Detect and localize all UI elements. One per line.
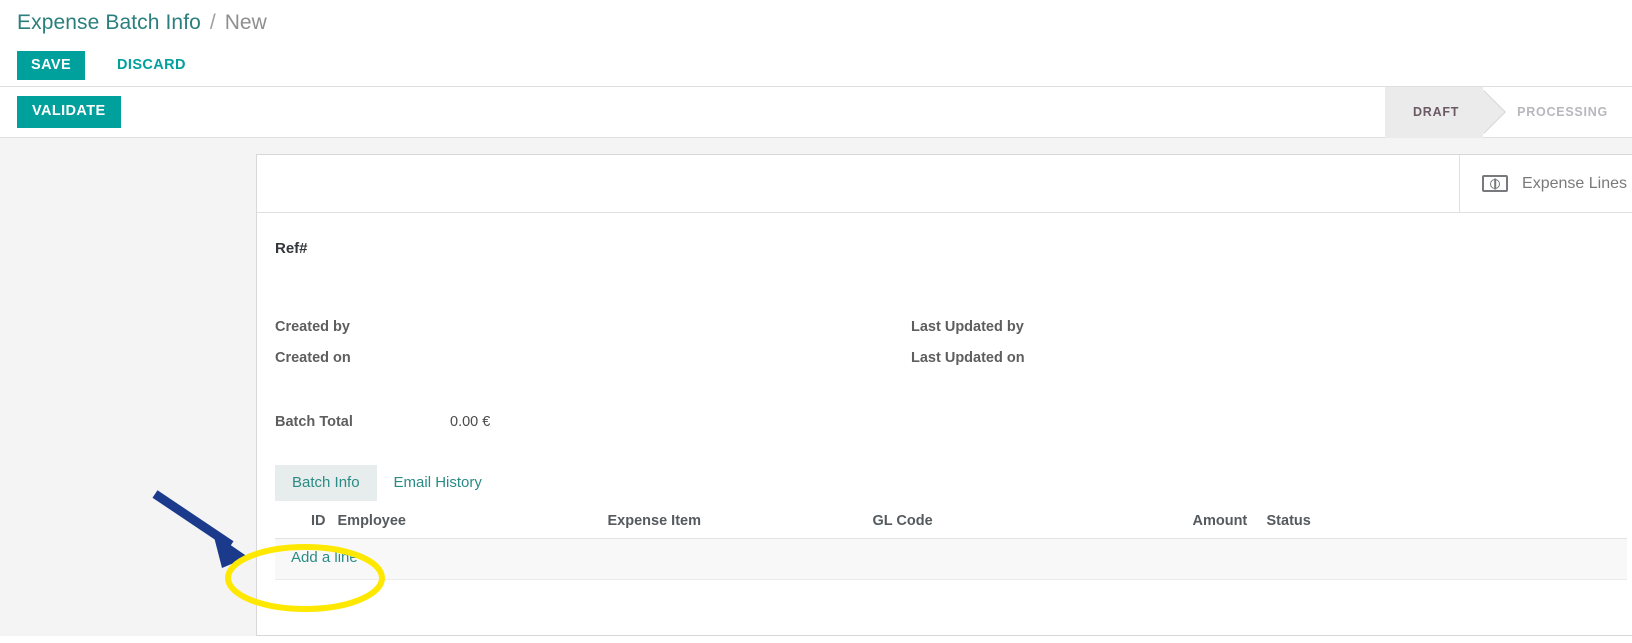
expense-lines-table-body: Add a line bbox=[275, 538, 1627, 580]
form-field-grid: Created by Last Updated by Created on La… bbox=[275, 314, 1627, 366]
money-bill-icon bbox=[1482, 175, 1509, 192]
field-batch-total: Batch Total 0.00 € bbox=[275, 414, 1627, 431]
stat-button-expense-lines-label: Expense Lines bbox=[1522, 174, 1627, 192]
breadcrumb-root-link[interactable]: Expense Batch Info bbox=[17, 11, 201, 35]
expense-lines-table-head: ID Employee Expense Item GL Code Amount … bbox=[275, 505, 1627, 539]
expense-batch-form-page: Expense Batch Info / New SAVE DISCARD VA… bbox=[0, 0, 1632, 643]
ref-input[interactable] bbox=[312, 235, 452, 253]
breadcrumb-separator: / bbox=[209, 10, 216, 34]
add-a-line-link[interactable]: Add a line bbox=[291, 549, 358, 566]
notebook-tab-bar: Batch Info Email History bbox=[275, 465, 1627, 501]
column-header-employee[interactable]: Employee bbox=[331, 505, 602, 539]
field-last-updated-on: Last Updated on bbox=[911, 345, 1627, 366]
sheet-content: Ref# Created by Last Updated by Created … bbox=[257, 213, 1632, 580]
stat-button-bar: Expense Lines bbox=[257, 155, 1632, 213]
stat-button-expense-lines[interactable]: Expense Lines bbox=[1459, 155, 1632, 212]
status-step-draft-label: DRAFT bbox=[1413, 105, 1460, 119]
tab-email-history-label: Email History bbox=[393, 474, 482, 491]
status-step-draft[interactable]: DRAFT bbox=[1385, 86, 1484, 138]
table-header-row: ID Employee Expense Item GL Code Amount … bbox=[275, 505, 1627, 539]
ref-label: Ref# bbox=[275, 240, 308, 257]
column-header-id[interactable]: ID bbox=[275, 505, 332, 539]
record-action-bar: SAVE DISCARD bbox=[0, 45, 1632, 87]
form-body: Expense Lines Ref# Created by Last Updat… bbox=[0, 138, 1632, 636]
field-last-updated-by-label: Last Updated by bbox=[911, 319, 1024, 335]
expense-lines-table: ID Employee Expense Item GL Code Amount … bbox=[275, 505, 1627, 580]
save-button[interactable]: SAVE bbox=[17, 50, 86, 81]
validate-button[interactable]: VALIDATE bbox=[17, 96, 121, 128]
batch-total-value: 0.00 € bbox=[450, 414, 491, 430]
column-header-status[interactable]: Status bbox=[1260, 505, 1627, 539]
field-created-by: Created by bbox=[275, 314, 911, 335]
status-step-processing-label: PROCESSING bbox=[1517, 105, 1608, 119]
breadcrumb-current: New bbox=[224, 10, 267, 34]
discard-button[interactable]: DISCARD bbox=[107, 51, 196, 81]
field-created-by-label: Created by bbox=[275, 319, 350, 335]
batch-total-group: Batch Total 0.00 € bbox=[275, 414, 1627, 431]
column-header-gl-code[interactable]: GL Code bbox=[866, 505, 1187, 539]
control-panel: VALIDATE DRAFT PROCESSING bbox=[0, 86, 1632, 138]
add-line-cell: Add a line bbox=[275, 538, 1627, 580]
ref-field-group: Ref# bbox=[275, 235, 1627, 258]
field-created-on: Created on bbox=[275, 345, 911, 366]
tab-batch-info[interactable]: Batch Info bbox=[275, 465, 377, 501]
breadcrumb: Expense Batch Info / New bbox=[0, 0, 1632, 45]
tab-batch-info-label: Batch Info bbox=[292, 474, 360, 491]
field-last-updated-by: Last Updated by bbox=[911, 314, 1627, 335]
batch-total-label: Batch Total bbox=[275, 414, 353, 430]
column-header-amount[interactable]: Amount bbox=[1186, 505, 1261, 539]
field-last-updated-on-label: Last Updated on bbox=[911, 350, 1025, 366]
form-sheet: Expense Lines Ref# Created by Last Updat… bbox=[256, 154, 1632, 636]
column-header-expense-item[interactable]: Expense Item bbox=[601, 505, 867, 539]
field-created-on-label: Created on bbox=[275, 350, 351, 366]
add-line-row: Add a line bbox=[275, 538, 1627, 580]
tab-email-history[interactable]: Email History bbox=[377, 465, 499, 501]
status-bar: DRAFT PROCESSING bbox=[1385, 86, 1632, 138]
